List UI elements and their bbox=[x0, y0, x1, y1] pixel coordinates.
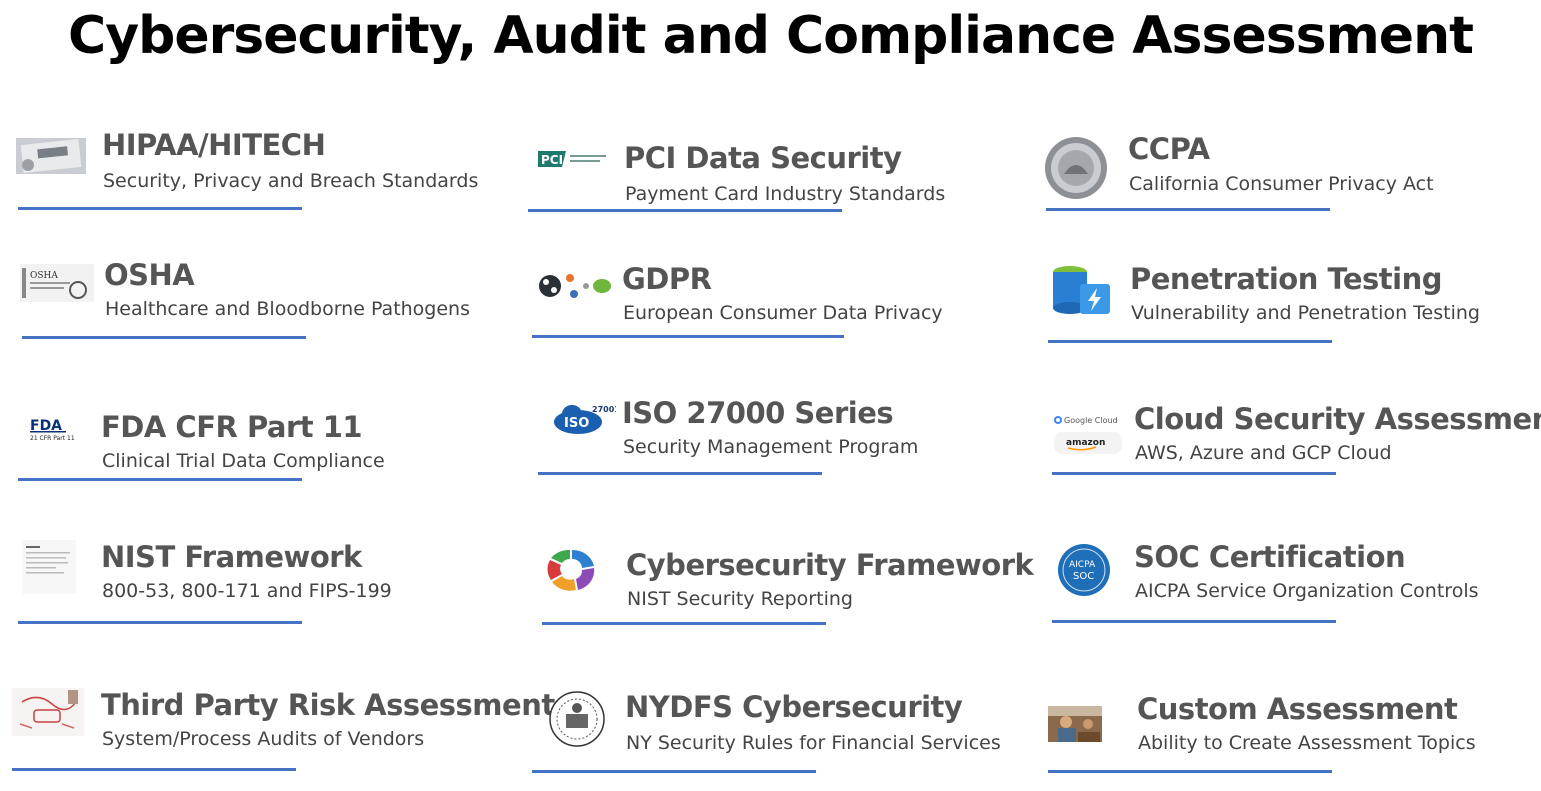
item-heading: Third Party Risk Assessment bbox=[101, 688, 555, 722]
item-underline bbox=[528, 209, 842, 212]
gdpr-network-icon bbox=[536, 270, 612, 302]
item-heading: ISO 27000 Series bbox=[622, 396, 894, 430]
item-underline bbox=[18, 478, 302, 481]
iso-cloud-icon: ISO 27001 bbox=[552, 402, 620, 436]
item-heading: SOC Certification bbox=[1134, 540, 1406, 574]
svg-text:OSHA: OSHA bbox=[30, 271, 58, 281]
svg-text:21 CFR Part 11: 21 CFR Part 11 bbox=[30, 435, 75, 442]
osha-document-icon: OSHA bbox=[20, 264, 94, 302]
item-underline bbox=[1048, 340, 1332, 343]
item-underline bbox=[18, 207, 302, 210]
item-subtitle: Vulnerability and Penetration Testing bbox=[1131, 302, 1480, 324]
item-underline bbox=[22, 336, 306, 339]
item-subtitle: Security Management Program bbox=[623, 436, 919, 458]
new-york-seal-icon bbox=[548, 690, 606, 748]
item-underline bbox=[542, 622, 826, 625]
item-underline bbox=[1052, 472, 1336, 475]
item-underline bbox=[1046, 208, 1330, 211]
item-underline bbox=[1048, 770, 1332, 773]
item-heading: CCPA bbox=[1128, 132, 1210, 166]
svg-text:PCI: PCI bbox=[541, 153, 563, 167]
item-heading: Cloud Security Assessment bbox=[1134, 402, 1541, 436]
item-heading: PCI Data Security bbox=[624, 141, 902, 175]
item-subtitle: NY Security Rules for Financial Services bbox=[626, 732, 1001, 754]
item-underline bbox=[1052, 620, 1336, 623]
aicpa-soc-badge-icon: AICPA SOC bbox=[1052, 544, 1114, 596]
item-heading: NYDFS Cybersecurity bbox=[625, 690, 963, 724]
item-subtitle: European Consumer Data Privacy bbox=[623, 302, 943, 324]
svg-text:27001: 27001 bbox=[592, 405, 616, 414]
item-heading: GDPR bbox=[622, 262, 712, 296]
item-heading: Penetration Testing bbox=[1130, 262, 1443, 296]
item-heading: FDA CFR Part 11 bbox=[101, 410, 363, 444]
svg-text:AICPA: AICPA bbox=[1069, 560, 1096, 570]
fda-logo-icon: FDA 21 CFR Part 11 bbox=[28, 416, 76, 442]
item-subtitle: AWS, Azure and GCP Cloud bbox=[1135, 442, 1392, 464]
item-heading: Cybersecurity Framework bbox=[626, 548, 1034, 582]
svg-text:SOC: SOC bbox=[1073, 571, 1094, 582]
item-subtitle: Ability to Create Assessment Topics bbox=[1138, 732, 1476, 754]
item-subtitle: 800-53, 800-171 and FIPS-199 bbox=[102, 580, 392, 602]
risk-sketch-icon bbox=[12, 688, 84, 736]
item-heading: OSHA bbox=[104, 258, 195, 292]
item-underline bbox=[532, 335, 844, 338]
item-subtitle: Security, Privacy and Breach Standards bbox=[103, 170, 479, 192]
workshop-photo-icon bbox=[1048, 706, 1102, 742]
nist-document-icon bbox=[22, 540, 76, 594]
item-heading: Custom Assessment bbox=[1137, 692, 1458, 726]
item-subtitle: NIST Security Reporting bbox=[627, 588, 853, 610]
page-title: Cybersecurity, Audit and Compliance Asse… bbox=[68, 6, 1474, 66]
item-subtitle: AICPA Service Organization Controls bbox=[1135, 580, 1479, 602]
framework-wheel-icon bbox=[542, 546, 602, 594]
item-subtitle: Payment Card Industry Standards bbox=[625, 183, 946, 205]
item-heading: HIPAA/HITECH bbox=[102, 128, 326, 162]
item-subtitle: Clinical Trial Data Compliance bbox=[102, 450, 385, 472]
pci-logo-icon: PCI bbox=[538, 149, 608, 169]
cloud-providers-icon: Google Cloud amazon bbox=[1052, 410, 1124, 458]
item-subtitle: California Consumer Privacy Act bbox=[1129, 173, 1434, 195]
item-underline bbox=[532, 770, 816, 773]
item-underline bbox=[538, 472, 822, 475]
item-subtitle: System/Process Audits of Vendors bbox=[102, 728, 425, 750]
svg-text:Google Cloud: Google Cloud bbox=[1064, 416, 1118, 425]
item-underline bbox=[12, 768, 296, 771]
svg-text:ISO: ISO bbox=[564, 416, 589, 431]
item-underline bbox=[18, 621, 302, 624]
hipaa-document-icon bbox=[16, 138, 86, 174]
svg-text:amazon: amazon bbox=[1066, 438, 1105, 448]
item-heading: NIST Framework bbox=[101, 540, 362, 574]
item-subtitle: Healthcare and Bloodborne Pathogens bbox=[105, 298, 470, 320]
database-lightning-icon bbox=[1050, 264, 1114, 316]
california-seal-icon bbox=[1044, 134, 1108, 202]
